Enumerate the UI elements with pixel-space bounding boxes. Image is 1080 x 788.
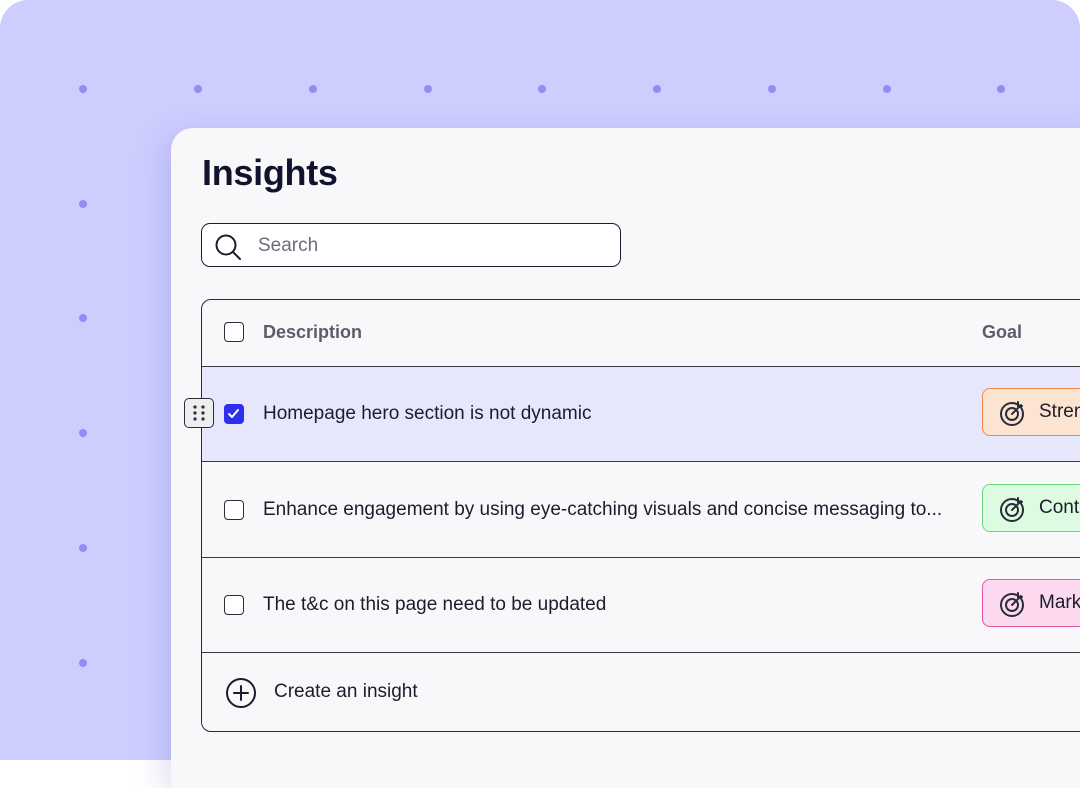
decor-dot xyxy=(424,85,432,93)
decor-dot xyxy=(883,85,891,93)
decor-dot xyxy=(309,85,317,93)
goal-tag[interactable]: Stren xyxy=(982,388,1080,436)
drag-handle[interactable] xyxy=(184,398,214,428)
search-input[interactable] xyxy=(256,224,600,268)
table-row[interactable]: The t&c on this page need to be updated … xyxy=(202,558,1080,653)
decor-dot xyxy=(79,314,87,322)
decor-dot xyxy=(79,659,87,667)
table-row[interactable]: Homepage hero section is not dynamic Str… xyxy=(202,367,1080,462)
column-header-description[interactable]: Description xyxy=(263,322,362,343)
goal-tag[interactable]: Mark xyxy=(982,579,1080,627)
decor-dot xyxy=(194,85,202,93)
decor-dot xyxy=(79,544,87,552)
table-header: Description Goal xyxy=(202,300,1080,367)
create-insight-button[interactable]: Create an insight xyxy=(202,653,1080,730)
column-header-goal[interactable]: Goal xyxy=(982,322,1022,343)
decor-dot xyxy=(79,429,87,437)
plus-circle-icon xyxy=(226,678,256,708)
row-description: The t&c on this page need to be updated xyxy=(263,594,607,615)
insights-table: Description Goal Homepage hero section i… xyxy=(201,299,1080,732)
drag-handle-icon xyxy=(193,405,205,421)
decor-dot xyxy=(997,85,1005,93)
row-checkbox[interactable] xyxy=(224,404,244,424)
goal-label: Cont xyxy=(1039,497,1080,518)
target-icon xyxy=(1000,401,1024,426)
goal-tag[interactable]: Cont xyxy=(982,484,1080,532)
search-box[interactable] xyxy=(201,223,621,268)
row-description: Enhance engagement by using eye-catching… xyxy=(263,499,943,520)
decor-dot xyxy=(79,85,87,93)
decor-dot xyxy=(768,85,776,93)
select-all-checkbox[interactable] xyxy=(224,322,244,342)
decor-dot xyxy=(653,85,661,93)
decor-dot xyxy=(538,85,546,93)
decor-dot xyxy=(79,200,87,208)
target-icon xyxy=(1000,592,1024,617)
row-description: Homepage hero section is not dynamic xyxy=(263,403,592,424)
row-checkbox[interactable] xyxy=(224,500,244,520)
table-row[interactable]: Enhance engagement by using eye-catching… xyxy=(202,463,1080,558)
goal-label: Mark xyxy=(1039,592,1080,613)
goal-label: Stren xyxy=(1039,401,1080,422)
checkmark-icon xyxy=(228,409,239,418)
row-checkbox[interactable] xyxy=(224,595,244,615)
target-icon xyxy=(1000,497,1024,522)
page-title: Insights xyxy=(202,152,338,193)
create-insight-label: Create an insight xyxy=(274,681,418,702)
